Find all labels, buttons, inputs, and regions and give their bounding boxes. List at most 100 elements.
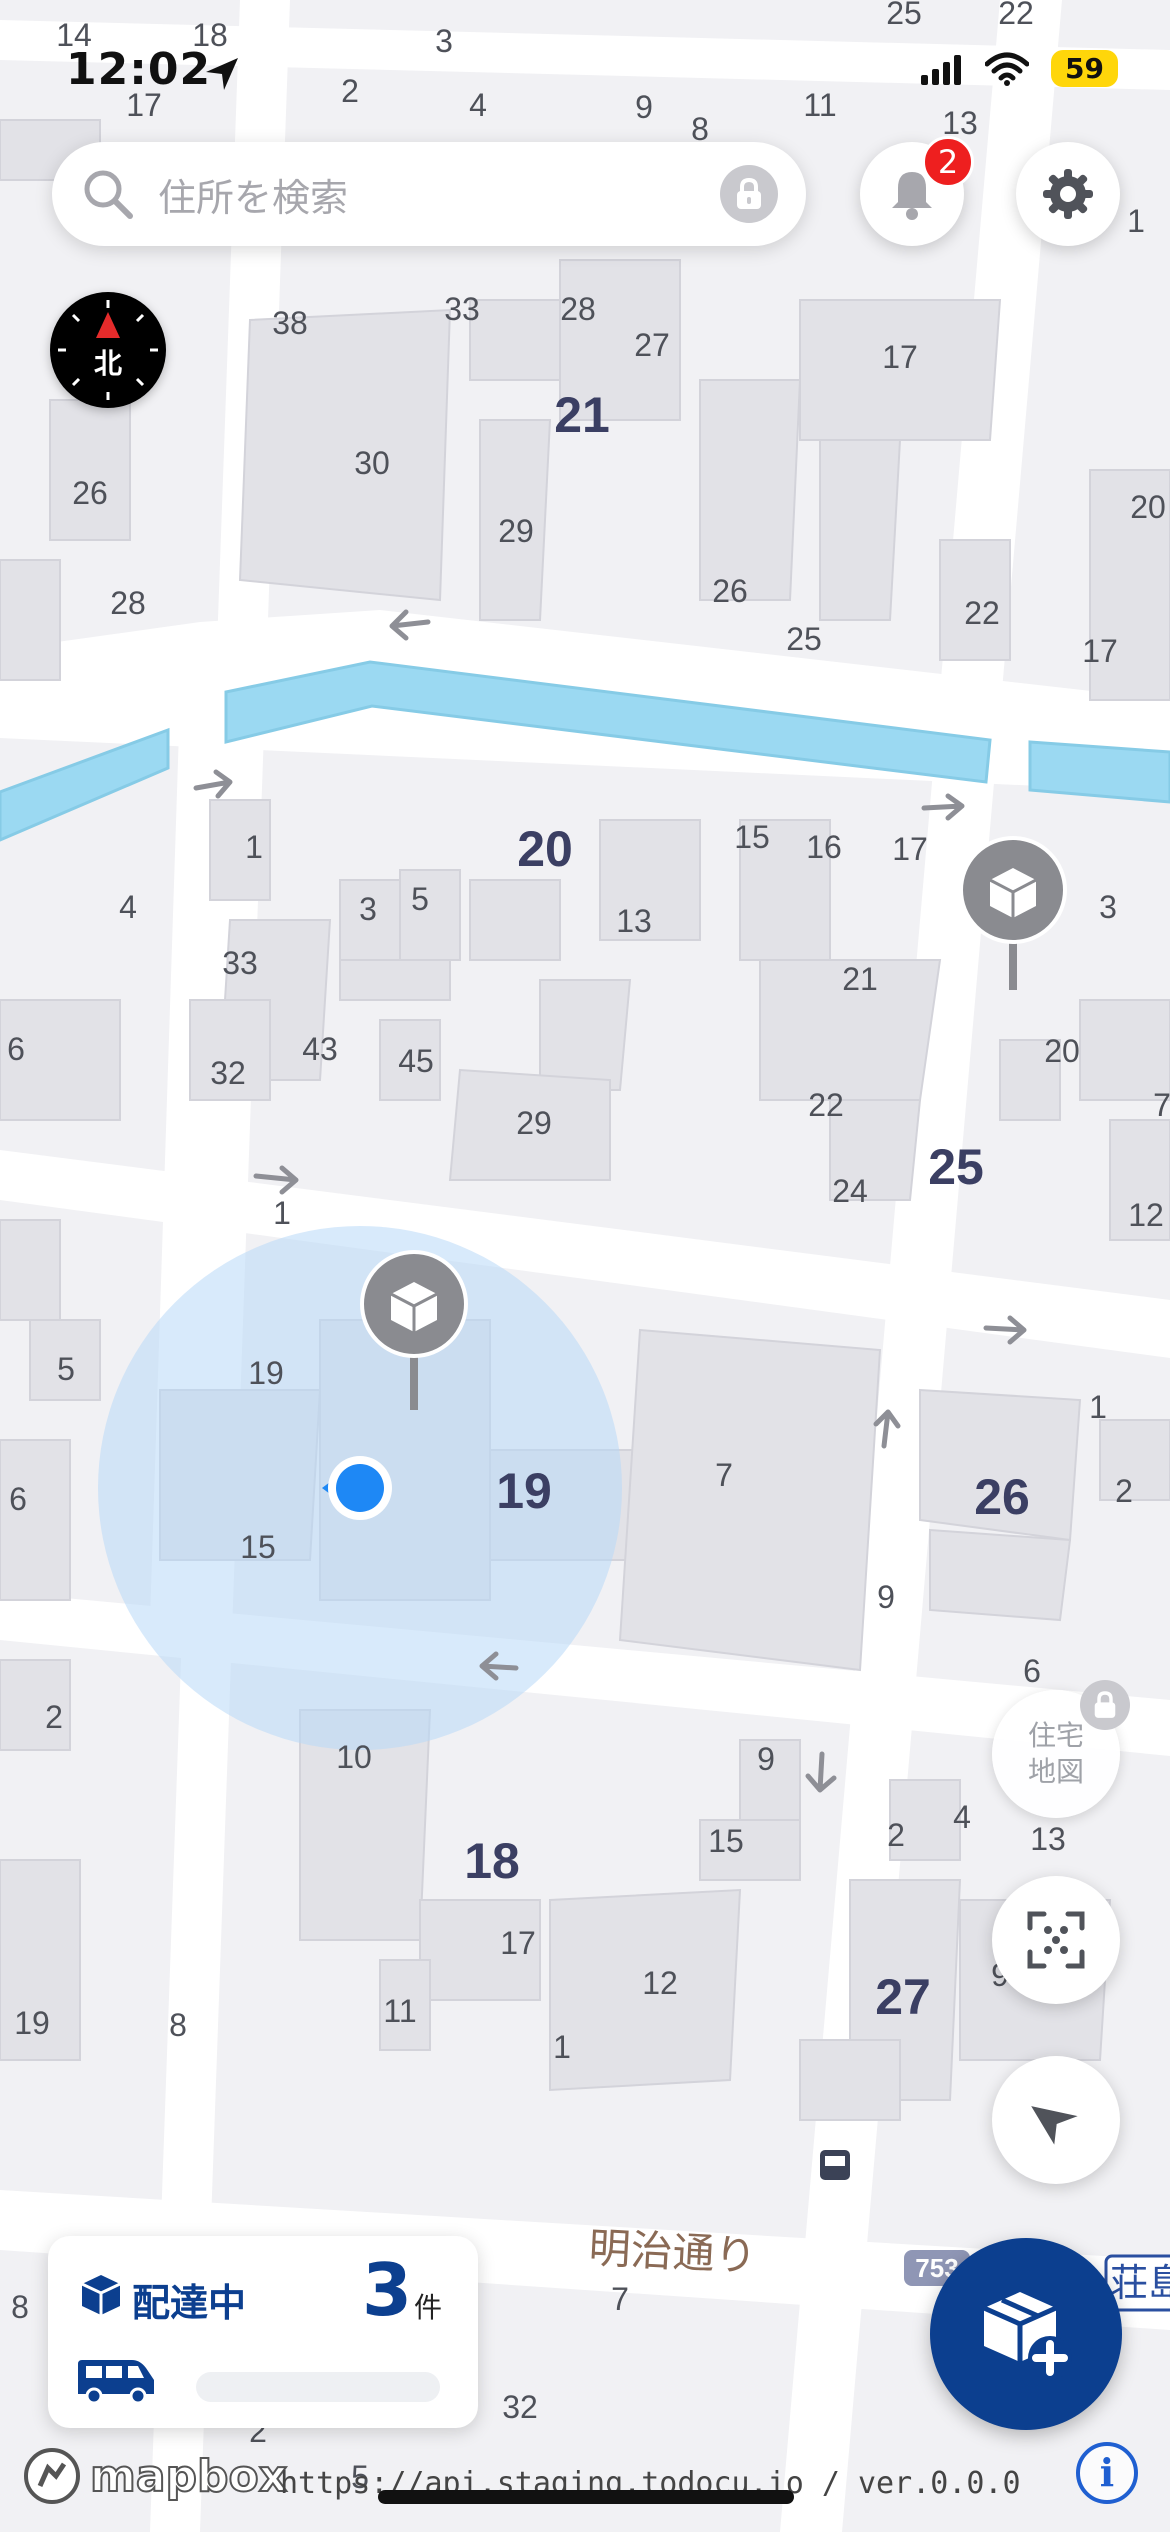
house-number-label: 2 <box>45 1699 63 1735</box>
residential-map-lock-badge <box>1080 1680 1130 1730</box>
compass-north-label: 北 <box>93 347 122 380</box>
house-number-label: 9 <box>757 1741 775 1777</box>
house-number-label: 27 <box>634 327 670 363</box>
attribution-info-button[interactable]: i <box>1076 2442 1138 2504</box>
house-number-label: 16 <box>806 829 842 865</box>
house-number-label: 4 <box>953 1799 971 1835</box>
house-number-label: 7 <box>715 1457 733 1493</box>
delivery-van-icon <box>78 2360 154 2404</box>
status-bar: 12:02 59 <box>0 0 1170 140</box>
house-number-label: 30 <box>354 445 390 481</box>
search-input[interactable]: 住所を検索 <box>158 167 720 222</box>
house-number-label: 29 <box>516 1105 552 1141</box>
delivery-count: 3 <box>362 2248 413 2332</box>
status-time: 12:02 <box>66 44 212 95</box>
house-number-label: 29 <box>498 513 534 549</box>
lock-icon <box>1094 1691 1116 1718</box>
gear-icon <box>1043 169 1093 219</box>
recenter-location-button[interactable] <box>992 2056 1120 2184</box>
house-number-label: 7 <box>611 2281 629 2317</box>
navigation-arrow-icon <box>1031 2106 1078 2145</box>
house-number-label: 19 <box>14 2005 50 2041</box>
block-number-label: 25 <box>928 1139 984 1195</box>
house-number-label: 15 <box>708 1823 744 1859</box>
house-number-label: 17 <box>500 1925 536 1961</box>
wifi-icon <box>985 52 1030 86</box>
house-number-label: 5 <box>411 881 429 917</box>
house-number-label: 13 <box>1030 1821 1066 1857</box>
cellular-signal-icon <box>921 54 962 85</box>
home-indicator <box>378 2490 794 2504</box>
mapbox-wordmark: mapbox <box>89 2450 288 2503</box>
house-number-label: 20 <box>1044 1033 1080 1069</box>
package-icon <box>81 2275 121 2315</box>
house-number-label: 26 <box>72 475 108 511</box>
house-number-label: 21 <box>842 961 878 997</box>
search-lock-badge <box>720 165 778 223</box>
house-number-label: 10 <box>336 1739 372 1775</box>
house-number-label: 3 <box>1099 889 1117 925</box>
house-number-label: 9 <box>877 1579 895 1615</box>
mapbox-logo-icon <box>24 2448 80 2504</box>
house-number-label: 1 <box>1127 203 1145 239</box>
house-number-label: 15 <box>734 819 770 855</box>
house-number-label: 19 <box>248 1355 284 1391</box>
house-number-label: 38 <box>272 305 308 341</box>
delivery-progress-bar <box>196 2372 440 2402</box>
house-number-label: 6 <box>9 1481 27 1517</box>
add-parcel-button[interactable] <box>930 2238 1122 2430</box>
house-number-label: 28 <box>110 585 146 621</box>
block-number-label: 18 <box>464 1833 520 1889</box>
house-number-label: 33 <box>222 945 258 981</box>
residential-map-label-2: 地図 <box>1027 1755 1084 1788</box>
package-add-icon <box>982 2292 1072 2380</box>
house-number-label: 17 <box>1082 633 1118 669</box>
road-name-meiji-dori: 明治通り <box>588 2224 758 2280</box>
house-number-label: 22 <box>808 1087 844 1123</box>
house-number-label: 24 <box>832 1173 868 1209</box>
notification-count-badge: 2 <box>922 136 974 188</box>
mapbox-logo: mapbox <box>22 2446 288 2506</box>
scan-button[interactable] <box>992 1876 1120 2004</box>
house-number-label: 12 <box>1128 1197 1164 1233</box>
house-number-label: 15 <box>240 1529 276 1565</box>
block-number-label: 20 <box>517 821 573 877</box>
search-bar[interactable]: 住所を検索 <box>52 142 806 246</box>
house-number-label: 2 <box>887 1817 905 1853</box>
block-number-label: 27 <box>875 1969 931 2025</box>
residential-map-button[interactable]: 住宅 地図 <box>992 1680 1130 1818</box>
house-number-label: 4 <box>119 889 137 925</box>
notifications-button[interactable]: 2 <box>860 136 974 246</box>
house-number-label: 1 <box>553 2029 571 2065</box>
house-number-label: 3 <box>359 891 377 927</box>
house-number-label: 25 <box>786 621 822 657</box>
house-number-label: 11 <box>383 1993 416 2029</box>
house-number-label: 28 <box>560 291 596 327</box>
block-number-label: 21 <box>554 387 610 443</box>
block-number-label: 26 <box>974 1469 1030 1525</box>
house-number-label: 8 <box>169 2007 187 2043</box>
delivery-count-unit: 件 <box>414 2291 443 2324</box>
compass-button[interactable]: 北 <box>50 292 166 408</box>
house-number-label: 2 <box>1115 1473 1133 1509</box>
house-number-label: 6 <box>1023 1653 1041 1689</box>
house-number-label: 17 <box>882 339 918 375</box>
settings-button[interactable] <box>1016 142 1120 246</box>
lock-icon <box>737 178 761 209</box>
house-number-label: 26 <box>712 573 748 609</box>
house-number-label: 5 <box>57 1351 75 1387</box>
house-number-label: 22 <box>964 595 1000 631</box>
house-number-label: 17 <box>892 831 928 867</box>
house-number-label: 8 <box>11 2289 29 2325</box>
house-number-label: 13 <box>616 903 652 939</box>
house-number-label: 7 <box>1153 1087 1170 1123</box>
house-number-label: 12 <box>642 1965 678 2001</box>
delivery-status-label: 配達中 <box>132 2281 247 2325</box>
house-number-label: 32 <box>502 2389 538 2425</box>
map-canvas[interactable]: 21202519 26182714 181732 4 9811 1325 22138 33 28… <box>0 0 1170 2532</box>
delivery-status-card[interactable]: 配達中 3 件 <box>48 2236 478 2428</box>
status-icons: 59 <box>921 50 1118 87</box>
house-number-label: 32 <box>210 1055 246 1091</box>
house-number-label: 43 <box>302 1031 338 1067</box>
scan-focus-icon <box>1027 1911 1085 1969</box>
